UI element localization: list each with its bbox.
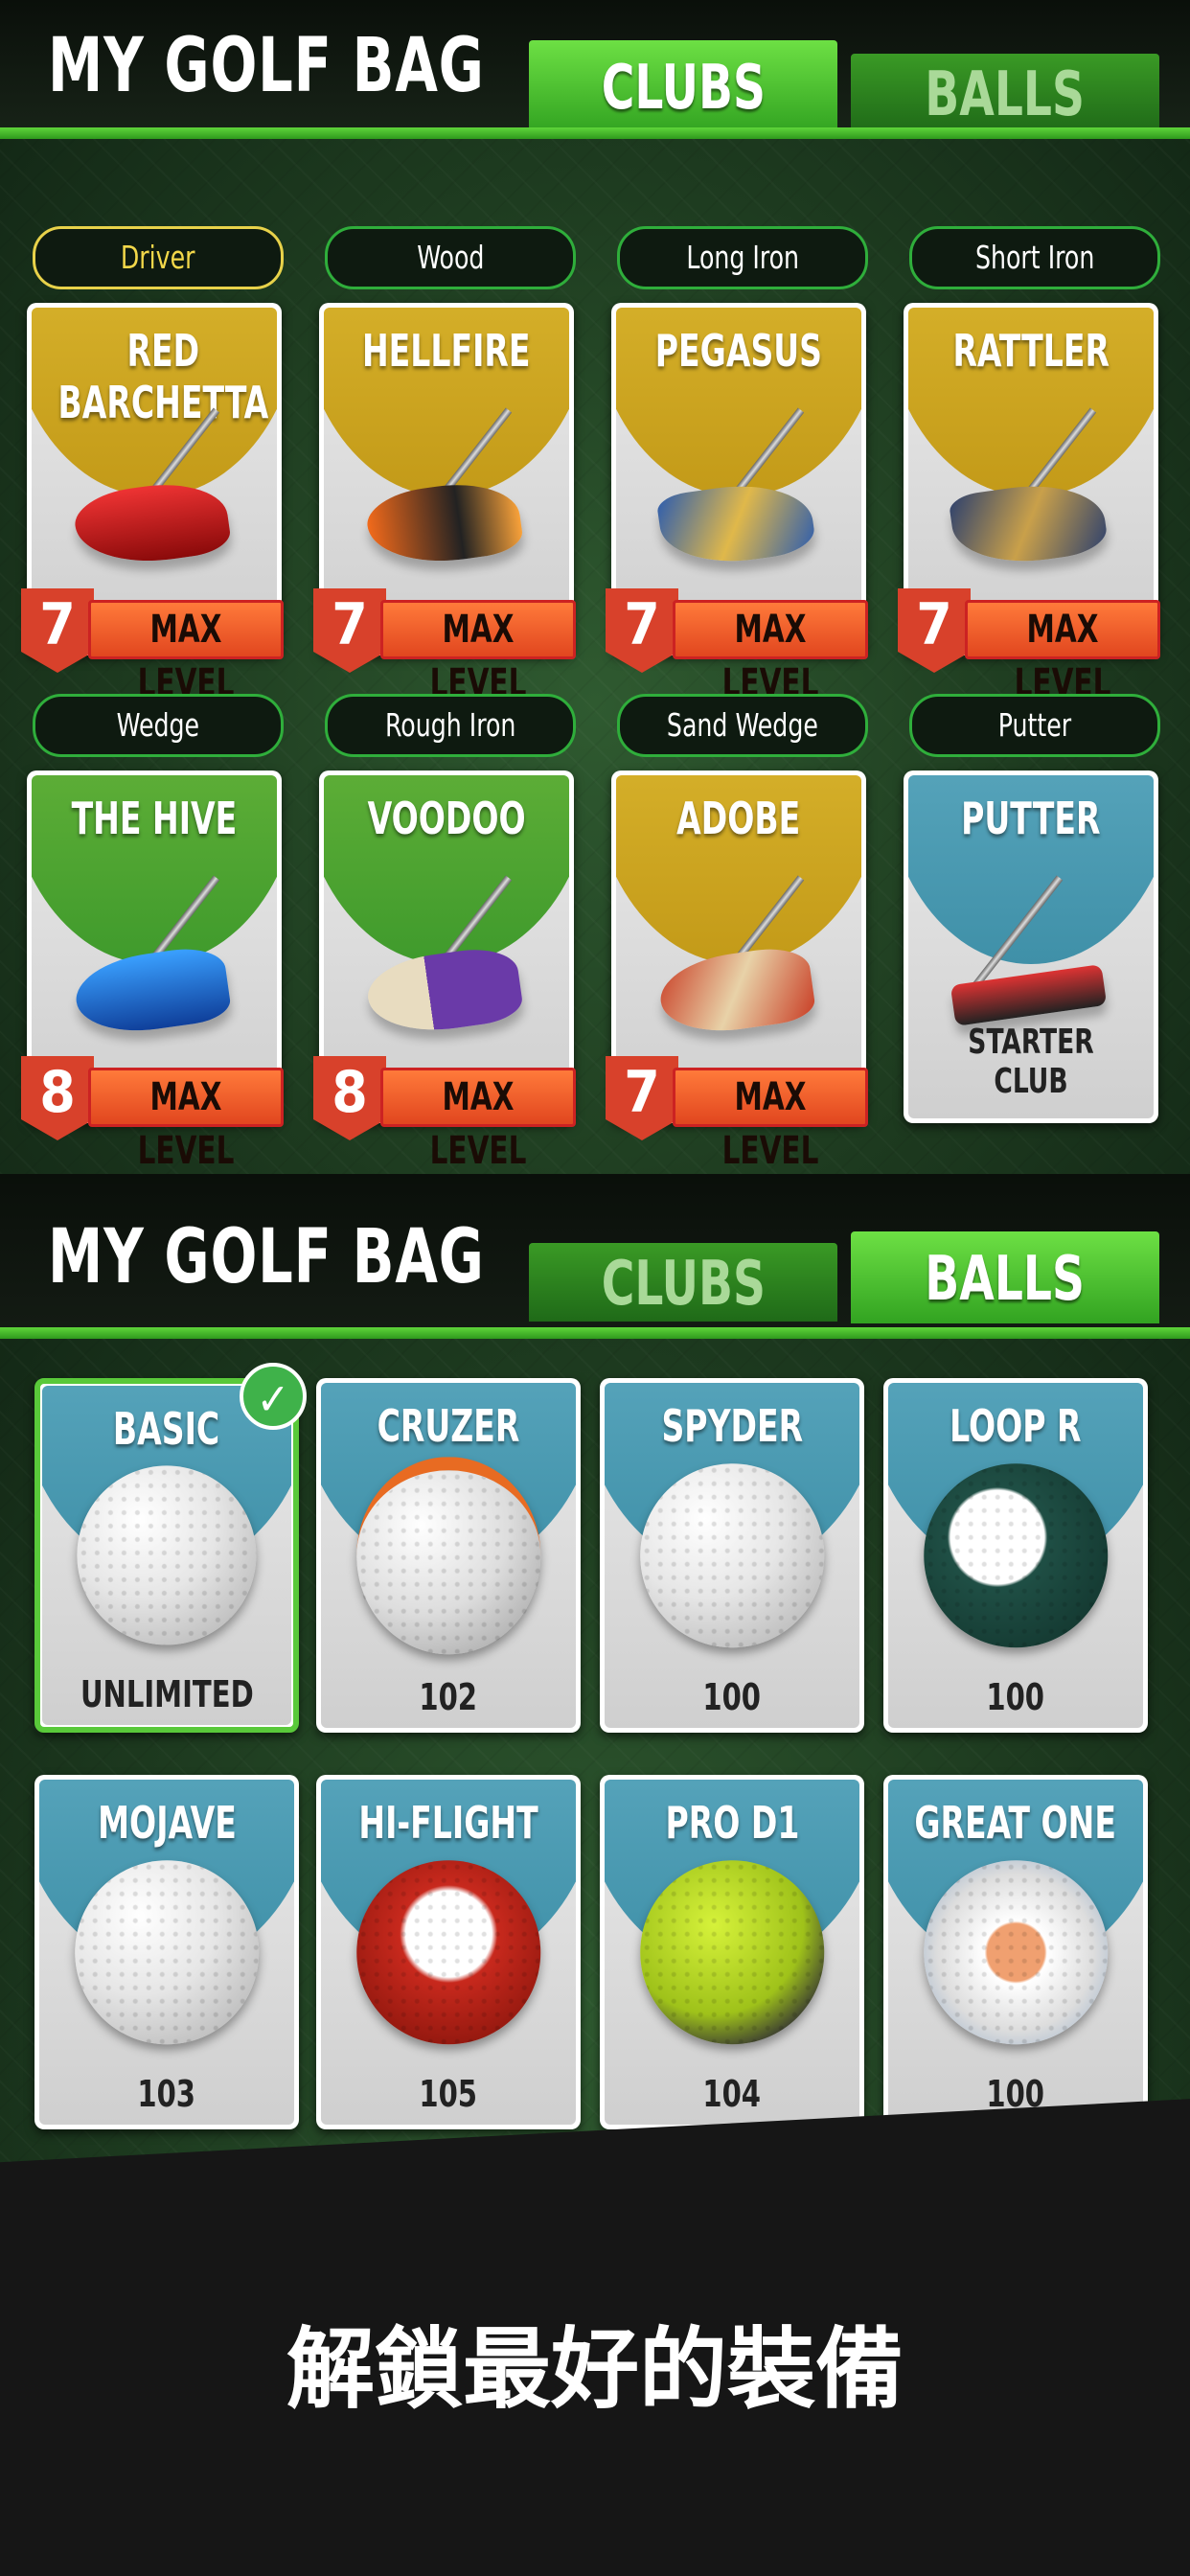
ball-name: LOOP R [950, 1400, 1082, 1452]
ball-name: SPYDER [661, 1400, 803, 1452]
header-divider [0, 1327, 1190, 1339]
category-wedge[interactable]: Wedge [33, 694, 284, 757]
category-sand-wedge[interactable]: Sand Wedge [617, 694, 868, 757]
header-divider [0, 127, 1190, 139]
header: MY GOLF BAG CLUBS BALLS [0, 0, 1190, 139]
club-image [655, 943, 817, 1040]
ball-name: HI-FLIGHT [358, 1797, 538, 1849]
club-name: HELLFIRE [362, 325, 531, 377]
ball-image [640, 1463, 824, 1647]
ball-name: PRO D1 [665, 1797, 799, 1849]
club-image [71, 475, 233, 572]
ball-card-spyder[interactable]: SPYDER 100 [600, 1378, 864, 1733]
club-name: THE HIVE [71, 793, 238, 844]
ball-count: 104 [702, 2073, 762, 2115]
tab-clubs[interactable]: CLUBS [529, 1243, 837, 1322]
category-long-iron[interactable]: Long Iron [617, 226, 868, 289]
ball-count: 100 [986, 1676, 1045, 1718]
starter-club-label: STARTER CLUB [968, 1023, 1094, 1101]
promo-text: 解鎖最好的裝備 [286, 2318, 904, 2421]
club-card-pegasus[interactable]: PEGASUS 7 MAX LEVEL [606, 303, 868, 705]
club-name: PEGASUS [654, 325, 823, 377]
ball-name: GREAT ONE [914, 1797, 1117, 1849]
ball-image [356, 1457, 540, 1654]
club-card-red-barchetta[interactable]: RED BARCHETTA 7 MAX LEVEL [21, 303, 284, 705]
ball-count: UNLIMITED [80, 1673, 254, 1715]
level-badge: 7 MAX LEVEL [898, 588, 1168, 705]
ball-card-loop-r[interactable]: LOOP R 100 [883, 1378, 1148, 1733]
level-badge: 8 MAX LEVEL [313, 1056, 584, 1173]
tab-balls[interactable]: BALLS [851, 1231, 1159, 1323]
club-image [948, 475, 1110, 572]
club-image [950, 963, 1108, 1026]
ball-image [924, 1860, 1108, 2044]
ball-name: MOJAVE [97, 1797, 237, 1849]
level-badge: 7 MAX LEVEL [606, 588, 876, 705]
ball-card-pro-d1[interactable]: PRO D1 104 [600, 1775, 864, 2129]
ball-count: 100 [702, 1676, 762, 1718]
club-image [71, 943, 233, 1040]
page-title: MY GOLF BAG [48, 23, 485, 109]
club-card-the-hive[interactable]: THE HIVE 8 MAX LEVEL [21, 770, 284, 1173]
club-card-hellfire[interactable]: HELLFIRE 7 MAX LEVEL [313, 303, 576, 705]
ball-count: 105 [419, 2073, 478, 2115]
club-card-adobe[interactable]: ADOBE 7 MAX LEVEL [606, 770, 868, 1173]
ball-image [924, 1463, 1108, 1647]
level-badge: 7 MAX LEVEL [606, 1056, 876, 1173]
category-rough-iron[interactable]: Rough Iron [325, 694, 576, 757]
club-name: ADOBE [676, 793, 801, 844]
club-image [655, 475, 817, 572]
level-badge: 8 MAX LEVEL [21, 1056, 291, 1173]
level-badge: 7 MAX LEVEL [313, 588, 584, 705]
tab-clubs[interactable]: CLUBS [529, 40, 837, 132]
club-card-rattler[interactable]: RATTLER 7 MAX LEVEL [898, 303, 1160, 705]
category-driver[interactable]: Driver [33, 226, 284, 289]
header: MY GOLF BAG CLUBS BALLS [0, 1174, 1190, 1339]
club-card-voodoo[interactable]: VOODOO 8 MAX LEVEL [313, 770, 576, 1173]
ball-image [640, 1860, 824, 2044]
ball-count: 102 [419, 1676, 478, 1718]
club-name: RATTLER [952, 325, 1110, 377]
clubs-screen: MY GOLF BAG CLUBS BALLS Driver Wood Long… [0, 0, 1190, 1174]
club-image [363, 475, 525, 572]
level-badge: 7 MAX LEVEL [21, 588, 291, 705]
ball-image [75, 1860, 259, 2044]
club-image [363, 943, 525, 1040]
page-title: MY GOLF BAG [48, 1214, 485, 1300]
selected-check-icon: ✓ [240, 1363, 307, 1430]
club-card-putter[interactable]: PUTTER STARTER CLUB [904, 770, 1158, 1123]
ball-card-mojave[interactable]: MOJAVE 103 [34, 1775, 299, 2129]
ball-image [356, 1860, 540, 2044]
ball-name: CRUZER [377, 1400, 520, 1452]
category-short-iron[interactable]: Short Iron [909, 226, 1160, 289]
tab-balls[interactable]: BALLS [851, 54, 1159, 132]
club-name: RED BARCHETTA [57, 325, 269, 428]
ball-card-basic[interactable]: BASIC UNLIMITED [34, 1378, 299, 1733]
ball-card-great-one[interactable]: GREAT ONE 100 [883, 1775, 1148, 2129]
ball-image [77, 1465, 257, 1645]
ball-card-hi-flight[interactable]: HI-FLIGHT 105 [316, 1775, 581, 2129]
ball-card-cruzer[interactable]: CRUZER 102 [316, 1378, 581, 1733]
club-name: PUTTER [961, 793, 1101, 844]
category-wood[interactable]: Wood [325, 226, 576, 289]
ball-count: 103 [137, 2073, 196, 2115]
club-name: VOODOO [367, 793, 526, 844]
category-putter[interactable]: Putter [909, 694, 1160, 757]
